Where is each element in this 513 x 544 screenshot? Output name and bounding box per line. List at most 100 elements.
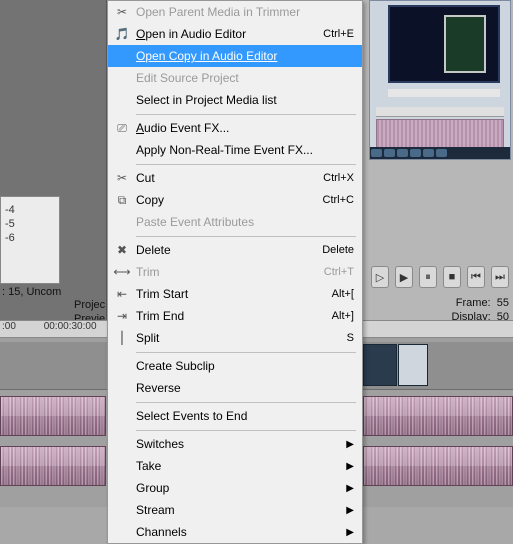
menu-label: Apply Non-Real-Time Event FX...	[132, 143, 354, 157]
audio-clip[interactable]	[363, 446, 513, 486]
submenu-arrow-icon: ▶	[346, 505, 354, 516]
play-from-start-button[interactable]: ▶	[395, 266, 413, 288]
menu-label: Reverse	[132, 381, 354, 395]
menu-take[interactable]: Take ▶	[108, 455, 362, 477]
menu-shortcut: Alt+[	[324, 288, 354, 300]
menu-select-to-end[interactable]: Select Events to End	[108, 405, 362, 427]
menu-create-subclip[interactable]: Create Subclip	[108, 355, 362, 377]
ruler-tick: :00	[2, 321, 16, 332]
blank-icon	[112, 358, 132, 374]
menu-paste-attrs: Paste Event Attributes	[108, 211, 362, 233]
menu-apply-nrt-fx[interactable]: Apply Non-Real-Time Event FX...	[108, 139, 362, 161]
menu-label: Trim End	[132, 309, 324, 323]
blank-icon	[112, 502, 132, 518]
play-button[interactable]: ▷	[371, 266, 389, 288]
menu-open-copy-audio-editor[interactable]: Open Copy in Audio Editor	[108, 45, 362, 67]
cut-icon: ✂	[112, 170, 132, 186]
menu-label: Trim	[132, 265, 316, 279]
preview-video	[388, 5, 500, 83]
media-list-item[interactable]: -4	[5, 203, 55, 217]
menu-shortcut: Delete	[314, 244, 354, 256]
preview-panel: ▷ ▶ ⏸ ■ ⏮ ⏭ Frame: 55 Display: 50	[363, 0, 513, 320]
menu-shortcut: Ctrl+X	[315, 172, 354, 184]
pause-button[interactable]: ⏸	[419, 266, 437, 288]
menu-trim: ⟷ Trim Ctrl+T	[108, 261, 362, 283]
stop-button[interactable]: ■	[443, 266, 461, 288]
menu-trim-start[interactable]: ⇤ Trim Start Alt+[	[108, 283, 362, 305]
prev-frame-button[interactable]: ⏮	[467, 266, 485, 288]
media-list-item[interactable]: -5	[5, 217, 55, 231]
menu-label: Take	[132, 459, 340, 473]
blank-icon	[112, 458, 132, 474]
blank-icon	[112, 142, 132, 158]
trim-icon: ⟷	[112, 264, 132, 280]
trim-start-icon: ⇤	[112, 286, 132, 302]
audio-clip[interactable]	[0, 446, 106, 486]
blank-icon	[112, 480, 132, 496]
menu-switches[interactable]: Switches ▶	[108, 433, 362, 455]
submenu-arrow-icon: ▶	[346, 483, 354, 494]
menu-label: Open Copy in Audio Editor	[132, 49, 354, 63]
video-clip[interactable]	[398, 344, 428, 386]
menu-shortcut: Ctrl+C	[315, 194, 354, 206]
preview-taskbar	[370, 147, 510, 159]
menu-label: Open Parent Media in Trimmer	[132, 5, 354, 19]
left-panel: -4 -5 -6 : 15, Uncom	[0, 0, 107, 320]
menu-label: Group	[132, 481, 340, 495]
audio-clip[interactable]	[0, 396, 106, 436]
context-menu: ✂ Open Parent Media in Trimmer 🎵 Open in…	[107, 0, 363, 544]
media-list-item[interactable]: -6	[5, 231, 55, 245]
frame-label: Frame:	[456, 297, 491, 309]
blank-icon	[112, 48, 132, 64]
menu-label: Open in Audio Editor	[132, 27, 315, 41]
audio-clip[interactable]	[363, 396, 513, 436]
next-frame-button[interactable]: ⏭	[491, 266, 509, 288]
tab-project[interactable]: Projec	[74, 298, 105, 312]
trimmer-icon: ✂	[112, 4, 132, 20]
video-clip[interactable]	[363, 344, 397, 386]
menu-channels[interactable]: Channels ▶	[108, 521, 362, 543]
menu-label: Create Subclip	[132, 359, 354, 373]
trim-end-icon: ⇥	[112, 308, 132, 324]
menu-open-parent: ✂ Open Parent Media in Trimmer	[108, 1, 362, 23]
blank-icon	[112, 436, 132, 452]
menu-label: Channels	[132, 525, 340, 539]
menu-audio-event-fx[interactable]: ⎚ Audio Event FX...	[108, 117, 362, 139]
menu-label: Cut	[132, 171, 315, 185]
menu-edit-source: Edit Source Project	[108, 67, 362, 89]
menu-copy[interactable]: ⧉ Copy Ctrl+C	[108, 189, 362, 211]
menu-shortcut: S	[339, 332, 354, 344]
menu-label: Edit Source Project	[132, 71, 354, 85]
menu-select-in-media[interactable]: Select in Project Media list	[108, 89, 362, 111]
blank-icon	[112, 70, 132, 86]
copy-icon: ⧉	[112, 192, 132, 208]
menu-stream[interactable]: Stream ▶	[108, 499, 362, 521]
submenu-arrow-icon: ▶	[346, 527, 354, 538]
audio-editor-icon: 🎵	[112, 26, 132, 42]
preview-video-content	[444, 15, 486, 73]
blank-icon	[112, 524, 132, 540]
preview-text-row	[388, 89, 500, 97]
submenu-arrow-icon: ▶	[346, 439, 354, 450]
menu-label: Delete	[132, 243, 314, 257]
menu-label: Select Events to End	[132, 409, 354, 423]
fx-icon: ⎚	[112, 120, 132, 136]
submenu-arrow-icon: ▶	[346, 461, 354, 472]
menu-shortcut: Ctrl+E	[315, 28, 354, 40]
menu-label: Select in Project Media list	[132, 93, 354, 107]
menu-group[interactable]: Group ▶	[108, 477, 362, 499]
menu-label: Audio Event FX...	[132, 121, 354, 135]
menu-label: Switches	[132, 437, 340, 451]
menu-open-audio-editor[interactable]: 🎵 Open in Audio Editor Ctrl+E	[108, 23, 362, 45]
menu-split[interactable]: ⎮ Split S	[108, 327, 362, 349]
media-list[interactable]: -4 -5 -6	[0, 196, 60, 284]
blank-icon	[112, 214, 132, 230]
menu-cut[interactable]: ✂ Cut Ctrl+X	[108, 167, 362, 189]
blank-icon	[112, 408, 132, 424]
menu-reverse[interactable]: Reverse	[108, 377, 362, 399]
transport-controls: ▷ ▶ ⏸ ■ ⏮ ⏭	[363, 266, 509, 288]
menu-label: Trim Start	[132, 287, 324, 301]
menu-delete[interactable]: ✖ Delete Delete	[108, 239, 362, 261]
menu-trim-end[interactable]: ⇥ Trim End Alt+]	[108, 305, 362, 327]
delete-icon: ✖	[112, 242, 132, 258]
